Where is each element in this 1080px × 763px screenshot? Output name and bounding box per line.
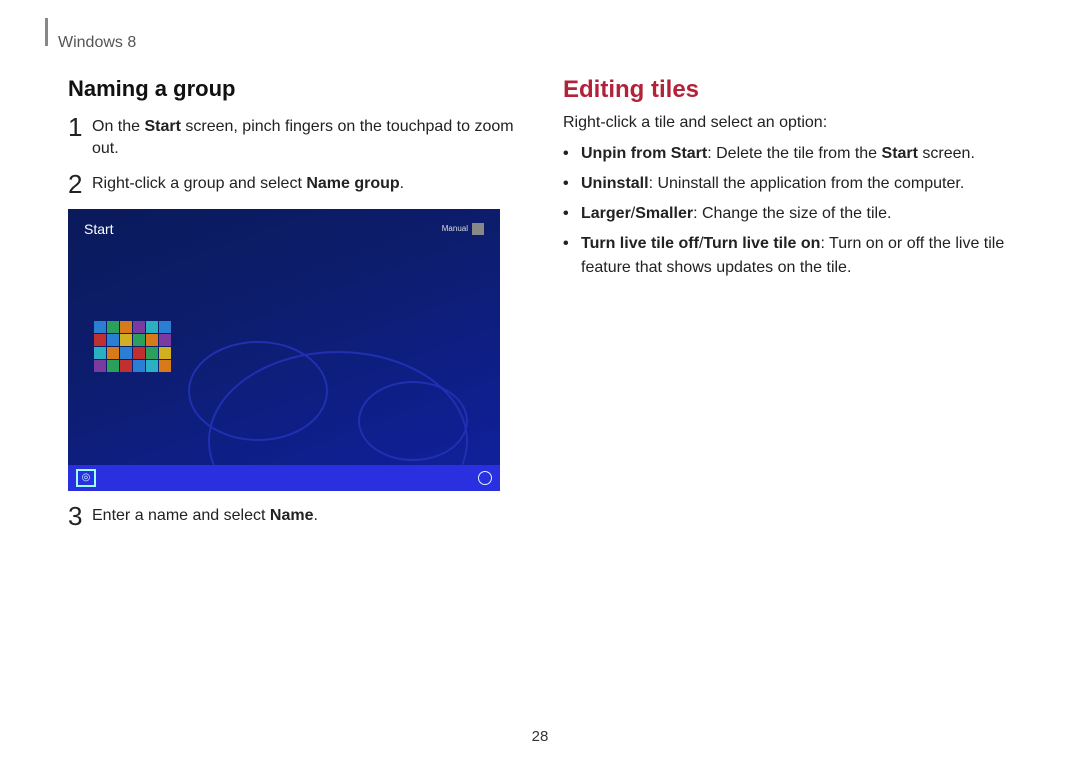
step-number: 1 (68, 114, 92, 140)
tile-icon (107, 321, 119, 333)
list-item: Uninstall: Uninstall the application fro… (563, 172, 1012, 196)
section-heading-editing: Editing tiles (563, 76, 1012, 104)
decorative-cloud (358, 381, 468, 461)
tile-icon (146, 360, 158, 372)
tile-icon (120, 321, 132, 333)
list-item: Larger/Smaller: Change the size of the t… (563, 202, 1012, 226)
decorative-cloud (188, 341, 328, 441)
step-number: 3 (68, 503, 92, 529)
list-item-text: Larger/Smaller: Change the size of the t… (581, 202, 891, 226)
list-item-text: Uninstall: Uninstall the application fro… (581, 172, 964, 196)
section-heading-naming: Naming a group (68, 76, 517, 102)
tile-icon (107, 347, 119, 359)
options-list: Unpin from Start: Delete the tile from t… (563, 142, 1012, 280)
name-group-button-icon: ◎ (76, 469, 96, 487)
screenshot-user-name: Manual (442, 224, 468, 233)
step-text: Enter a name and select Name. (92, 505, 318, 527)
tile-icon (133, 360, 145, 372)
tile-icon (159, 347, 171, 359)
tile-icon (120, 360, 132, 372)
screenshot-title: Start (84, 221, 114, 237)
right-column: Editing tiles Right-click a tile and sel… (563, 76, 1012, 541)
list-item: Turn live tile off/Turn live tile on: Tu… (563, 232, 1012, 280)
tile-icon (94, 347, 106, 359)
step-1: 1 On the Start screen, pinch fingers on … (68, 116, 517, 161)
taskbar-right-icon (478, 471, 492, 485)
list-item-text: Turn live tile off/Turn live tile on: Tu… (581, 232, 1012, 280)
tile-icon (133, 334, 145, 346)
list-item-text: Unpin from Start: Delete the tile from t… (581, 142, 975, 166)
tile-icon (133, 321, 145, 333)
tile-icon (94, 321, 106, 333)
step-text: Right-click a group and select Name grou… (92, 173, 404, 195)
step-3: 3 Enter a name and select Name. (68, 505, 517, 529)
tile-group (94, 321, 171, 372)
intro-text: Right-click a tile and select an option: (563, 114, 1012, 132)
breadcrumb: Windows 8 (58, 34, 1012, 52)
tile-icon (159, 334, 171, 346)
step-text: On the Start screen, pinch fingers on th… (92, 116, 517, 161)
tile-icon (159, 321, 171, 333)
steps-list: 1 On the Start screen, pinch fingers on … (68, 116, 517, 529)
tile-icon (120, 334, 132, 346)
start-screen-screenshot: Start Manual ◎ (68, 209, 500, 491)
tile-icon (146, 347, 158, 359)
tile-icon (120, 347, 132, 359)
tile-icon (146, 334, 158, 346)
tile-icon (146, 321, 158, 333)
tile-icon (133, 347, 145, 359)
page-number: 28 (0, 728, 1080, 745)
left-column: Naming a group 1 On the Start screen, pi… (68, 76, 517, 541)
step-number: 2 (68, 171, 92, 197)
tile-icon (107, 334, 119, 346)
tile-icon (107, 360, 119, 372)
screenshot-taskbar: ◎ (68, 465, 500, 491)
avatar-icon (472, 223, 484, 235)
tile-icon (159, 360, 171, 372)
page-content: Windows 8 Naming a group 1 On the Start … (0, 0, 1080, 541)
screenshot-user: Manual (442, 223, 484, 235)
list-item: Unpin from Start: Delete the tile from t… (563, 142, 1012, 166)
step-2: 2 Right-click a group and select Name gr… (68, 173, 517, 197)
tile-icon (94, 360, 106, 372)
tile-icon (94, 334, 106, 346)
header-rule (45, 18, 48, 46)
